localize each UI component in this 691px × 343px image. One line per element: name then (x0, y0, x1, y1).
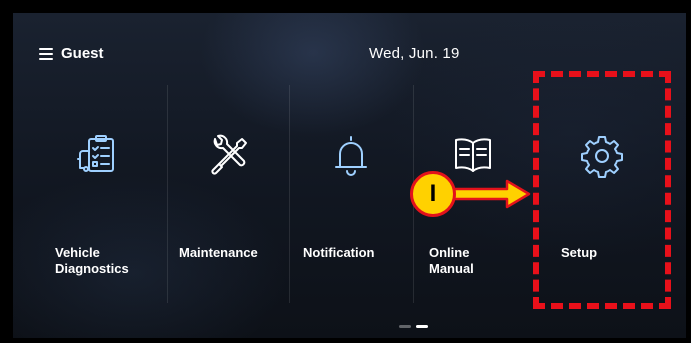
callout-arrow-icon (451, 179, 531, 209)
page-indicator (399, 325, 428, 328)
top-bar: Guest Wed, Jun. 19 (13, 13, 686, 62)
vehicle-diagnostics-icon (77, 135, 114, 172)
tile-label: Online Manual (429, 245, 474, 276)
tile-label: Vehicle Diagnostics (55, 245, 129, 276)
tile-maintenance[interactable]: Maintenance (167, 79, 289, 311)
page-dot-active (416, 325, 428, 328)
wrench-screwdriver-icon (211, 134, 247, 175)
guest-label: Guest (61, 45, 104, 62)
page-dot (399, 325, 411, 328)
tile-label: Notification (303, 245, 375, 260)
hamburger-icon (39, 47, 53, 60)
callout-marker: I (410, 171, 456, 217)
tile-label: Maintenance (179, 245, 258, 260)
tile-notification[interactable]: Notification (289, 79, 413, 311)
setup-highlight-box (533, 71, 671, 309)
bell-icon (335, 136, 367, 176)
guest-menu-button[interactable]: Guest (39, 45, 104, 62)
tile-vehicle-diagnostics[interactable]: Vehicle Diagnostics (39, 79, 155, 311)
infotainment-screen: Guest Wed, Jun. 19 Vehicle Diagnostics M… (13, 13, 686, 338)
screenshot-frame: Guest Wed, Jun. 19 Vehicle Diagnostics M… (0, 0, 691, 343)
date-display: Wed, Jun. 19 (369, 45, 460, 62)
book-icon (455, 138, 491, 172)
